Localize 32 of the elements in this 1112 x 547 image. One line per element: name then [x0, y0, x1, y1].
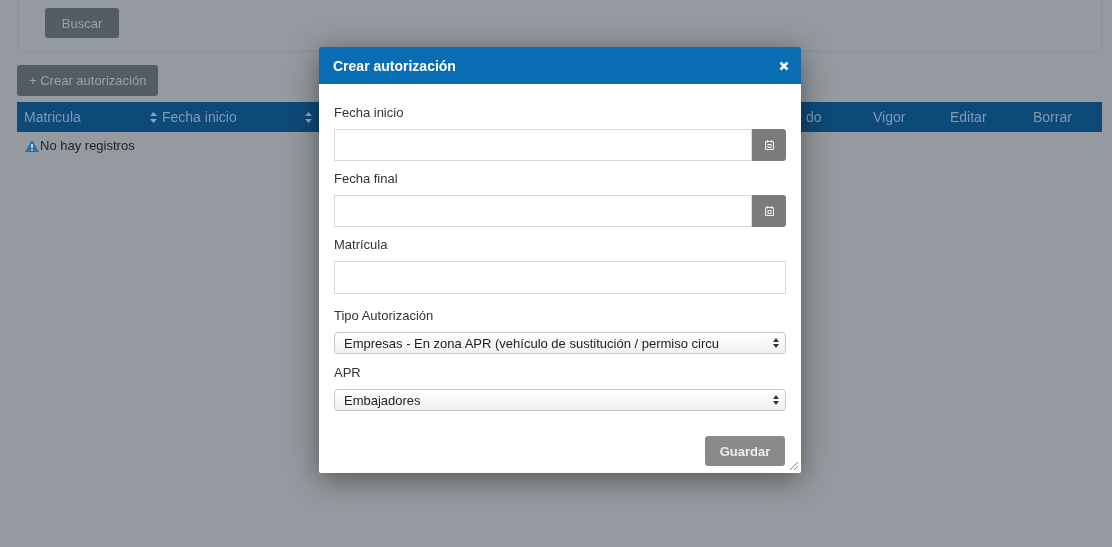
empty-message: No hay registros	[40, 138, 135, 153]
calendar-button[interactable]	[752, 129, 786, 161]
column-header: Vigor	[873, 109, 906, 125]
sort-icon	[305, 111, 312, 123]
field-label: Fecha final	[334, 171, 399, 188]
date-field[interactable]	[334, 195, 752, 227]
column-header[interactable]: Fecha inicio	[162, 109, 237, 125]
select-field[interactable]: Embajadores	[334, 389, 786, 411]
save-button[interactable]: Guardar	[705, 436, 785, 466]
field-label: APR	[334, 365, 362, 382]
field-label: Fecha inicio	[334, 105, 405, 122]
close-icon[interactable]	[779, 60, 789, 71]
column-header: Borrar	[1033, 109, 1072, 125]
select-field[interactable]: Empresas - En zona APR (vehículo de sustitución / permiso circu	[334, 332, 786, 354]
date-field[interactable]	[334, 129, 752, 161]
calendar-icon	[764, 206, 774, 216]
column-header: do	[806, 109, 822, 125]
calendar-button[interactable]	[752, 195, 786, 227]
calendar-icon	[764, 140, 774, 150]
resize-grip-icon[interactable]	[788, 460, 798, 470]
column-header: Matricula	[24, 109, 81, 125]
dropdown-arrows-icon	[773, 338, 779, 348]
sort-icon	[150, 111, 157, 123]
field-label: Matrícula	[334, 237, 389, 254]
create-button[interactable]: + Crear autorización	[17, 65, 159, 96]
search-button[interactable]: Buscar	[45, 8, 119, 38]
text-field[interactable]	[334, 261, 786, 294]
dialog-title: Crear autorización	[333, 57, 456, 74]
warning-icon	[25, 139, 39, 152]
field-label: Tipo Autorización	[334, 308, 435, 325]
column-header: Editar	[950, 109, 987, 125]
dropdown-arrows-icon	[773, 395, 779, 405]
